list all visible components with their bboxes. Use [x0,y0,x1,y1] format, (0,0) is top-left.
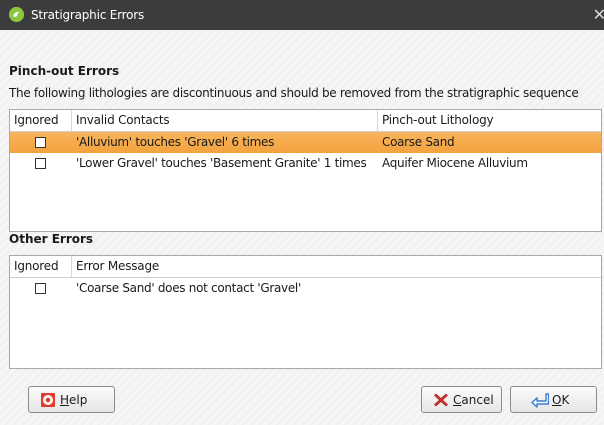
other-errors-heading: Other Errors [9,232,94,246]
error-message-cell: 'Coarse Sand' does not contact 'Gravel' [76,281,301,295]
other-errors-table: Ignored Error Message 'Coarse Sand' does… [9,255,602,369]
red-x-icon [433,392,449,408]
column-header-ignored[interactable]: Ignored [10,110,72,131]
return-arrow-icon [531,392,550,408]
ok-button[interactable]: OK [510,386,597,413]
column-header-invalid-contacts[interactable]: Invalid Contacts [72,110,378,131]
invalid-contact-cell: 'Alluvium' touches 'Gravel' 6 times [76,135,275,149]
pinch-out-lithology-cell: Aquifer Miocene Alluvium [382,156,528,170]
close-icon[interactable]: ✕ [593,5,604,24]
other-errors-table-header: Ignored Error Message [10,256,601,278]
help-button-label: Help [60,393,88,407]
leapfrog-logo-icon [9,7,24,22]
pinch-out-heading: Pinch-out Errors [9,64,120,78]
ok-button-label: OK [552,393,570,407]
ignored-checkbox[interactable] [35,158,46,169]
pinch-out-lithology-cell: Coarse Sand [382,135,455,149]
pinch-out-description: The following lithologies are discontinu… [9,86,579,100]
cancel-button[interactable]: Cancel [421,386,502,413]
help-button[interactable]: Help [28,386,115,413]
cancel-button-label: Cancel [453,393,494,407]
column-header-ignored[interactable]: Ignored [10,256,72,277]
ignored-checkbox[interactable] [35,137,46,148]
pinch-out-table-header: Ignored Invalid Contacts Pinch-out Litho… [10,110,601,132]
pinch-out-table: Ignored Invalid Contacts Pinch-out Litho… [9,109,602,232]
window-title: Stratigraphic Errors [31,8,145,22]
column-header-error-message[interactable]: Error Message [72,256,599,277]
title-bar: Stratigraphic Errors ✕ [0,0,604,30]
invalid-contact-cell: 'Lower Gravel' touches 'Basement Granite… [76,156,367,170]
dialog-body: Pinch-out Errors The following lithologi… [0,30,604,425]
table-row[interactable]: 'Coarse Sand' does not contact 'Gravel' [10,278,601,299]
lifebuoy-icon [40,392,56,408]
column-header-pinch-out-lithology[interactable]: Pinch-out Lithology [378,110,601,131]
table-row[interactable]: 'Lower Gravel' touches 'Basement Granite… [10,153,601,174]
table-row[interactable]: 'Alluvium' touches 'Gravel' 6 times Coar… [10,132,601,153]
ignored-checkbox[interactable] [35,283,46,294]
